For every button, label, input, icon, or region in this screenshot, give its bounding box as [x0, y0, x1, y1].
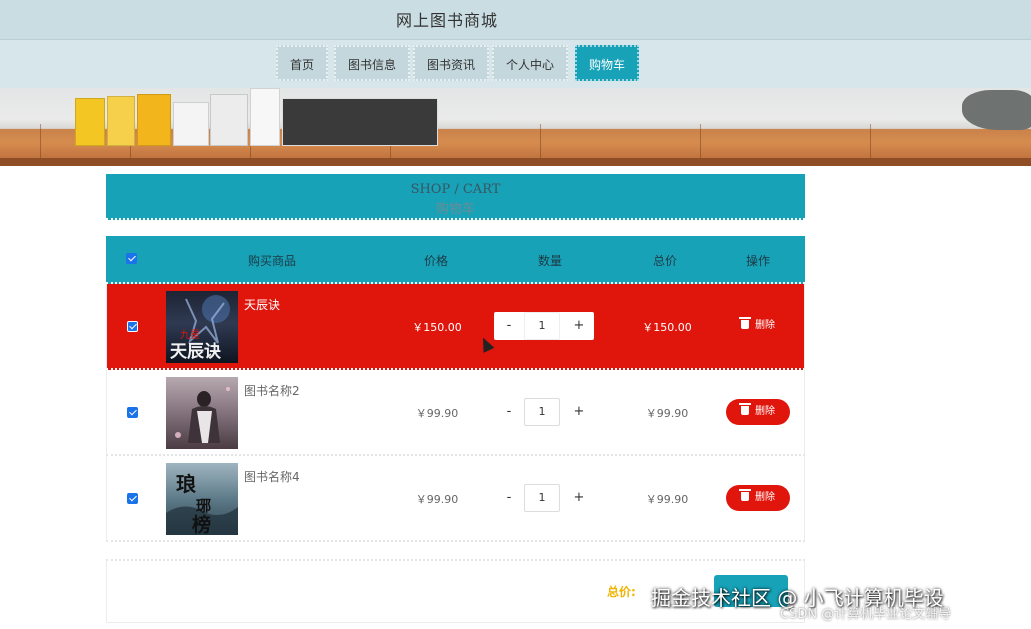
increase-quantity-button[interactable]: + — [564, 484, 594, 512]
quantity-input[interactable]: 1 — [524, 484, 560, 512]
col-price: 价格 — [424, 254, 449, 268]
table-row: 琅 琊 榜 图书名称4 ￥99.90 - 1 + ￥99.90 删除 — [106, 456, 805, 542]
trash-icon — [739, 489, 751, 501]
rock-decoration — [962, 90, 1031, 130]
watermark-secondary: CSDN @计算机毕业论文辅导 — [780, 607, 952, 622]
book-name[interactable]: 天辰诀 — [244, 296, 280, 313]
nav-home[interactable]: 首页 — [276, 45, 329, 81]
total-label: 总价: — [607, 585, 636, 599]
site-title: 网上图书商城 — [396, 11, 499, 30]
row-checkbox[interactable] — [127, 493, 138, 504]
row-total-price: ￥150.00 — [642, 321, 692, 334]
nav-book-news[interactable]: 图书资讯 — [413, 45, 490, 81]
book-cover-image: 九星 天辰诀 — [166, 291, 238, 363]
col-product: 购买商品 — [248, 254, 297, 268]
col-total: 总价 — [653, 254, 678, 268]
book-name[interactable]: 图书名称4 — [244, 468, 300, 485]
decrease-quantity-button[interactable]: - — [494, 398, 524, 426]
table-header: 购买商品 价格 数量 总价 操作 — [106, 236, 805, 284]
top-header: 网上图书商城 — [0, 0, 1031, 40]
delete-button[interactable]: 删除 — [726, 399, 790, 425]
quantity-input[interactable]: 1 — [524, 312, 560, 340]
trash-icon — [739, 317, 751, 329]
col-quantity: 数量 — [538, 254, 563, 268]
main-nav: 首页 图书信息 图书资讯 个人中心 购物车 — [0, 40, 1031, 88]
delete-button[interactable]: 删除 — [726, 313, 790, 339]
svg-text:九星: 九星 — [180, 329, 200, 341]
row-checkbox[interactable] — [127, 321, 138, 332]
svg-text:琅: 琅 — [176, 472, 196, 496]
unit-price: ￥99.90 — [415, 407, 459, 420]
table-row: 图书名称2 ￥99.90 - 1 + ￥99.90 删除 — [106, 370, 805, 456]
quantity-stepper: - 1 + — [494, 312, 594, 340]
nav-cart[interactable]: 购物车 — [575, 45, 640, 81]
nav-book-info[interactable]: 图书信息 — [334, 45, 411, 81]
book-cover-image: 琅 琊 榜 — [166, 463, 238, 535]
book-name[interactable]: 图书名称2 — [244, 382, 300, 399]
quantity-stepper: - 1 + — [494, 484, 594, 512]
decrease-quantity-button[interactable]: - — [494, 484, 524, 512]
banner-image — [0, 88, 1031, 166]
row-total-price: ￥99.90 — [645, 407, 689, 420]
table-row: 九星 天辰诀 天辰诀 ￥150.00 - 1 + ￥150.00 删除 — [106, 284, 805, 370]
increase-quantity-button[interactable]: + — [564, 398, 594, 426]
cart-table: 购买商品 价格 数量 总价 操作 九星 天辰诀 天辰诀 ￥150.00 - 1 … — [106, 236, 805, 542]
book-cover-image — [166, 377, 238, 449]
quantity-stepper: - 1 + — [494, 398, 594, 426]
svg-text:天辰诀: 天辰诀 — [170, 342, 222, 362]
col-actions: 操作 — [746, 254, 771, 268]
delete-label: 删除 — [755, 320, 775, 331]
row-checkbox[interactable] — [127, 407, 138, 418]
cart-heading-zh: 购物车 — [435, 202, 475, 217]
nav-personal-center[interactable]: 个人中心 — [492, 45, 569, 81]
svg-text:榜: 榜 — [192, 513, 211, 535]
increase-quantity-button[interactable]: + — [564, 312, 594, 340]
unit-price: ￥99.90 — [415, 493, 459, 506]
row-total-price: ￥99.90 — [645, 493, 689, 506]
delete-label: 删除 — [755, 406, 775, 417]
cart-heading: SHOP / CART 购物车 — [106, 174, 805, 220]
select-all-checkbox[interactable] — [126, 253, 137, 264]
delete-button[interactable]: 删除 — [726, 485, 790, 511]
unit-price: ￥150.00 — [412, 321, 462, 334]
trash-icon — [739, 403, 751, 415]
decrease-quantity-button[interactable]: - — [494, 312, 524, 340]
svg-text:琊: 琊 — [196, 497, 211, 515]
cart-heading-en: SHOP / CART — [410, 182, 501, 197]
delete-label: 删除 — [755, 492, 775, 503]
quantity-input[interactable]: 1 — [524, 398, 560, 426]
